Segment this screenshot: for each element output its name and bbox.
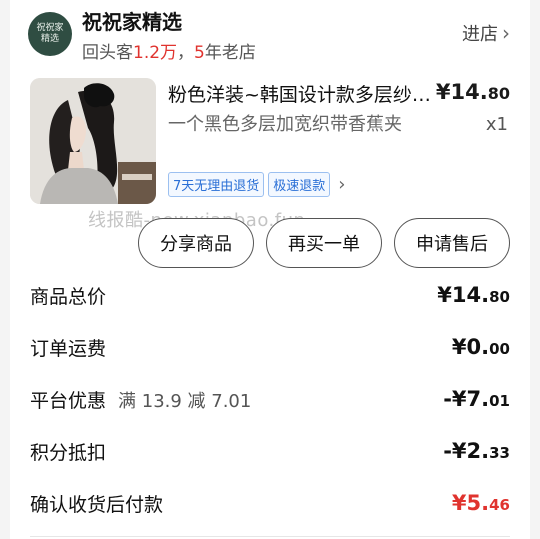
order-card: 祝祝家精选 祝祝家精选 回头客1.2万，5年老店 进店 › 粉色洋装~韩国设计款… bbox=[10, 0, 530, 539]
discount-amount: -¥7.01 bbox=[443, 387, 510, 411]
enter-store-link[interactable]: 进店 › bbox=[462, 20, 510, 46]
enter-store-label: 进店 bbox=[462, 24, 498, 45]
tag-fast-refund: 极速退款 bbox=[268, 172, 331, 197]
discount-int: -¥7. bbox=[443, 387, 490, 411]
row-payment: 确认收货后付款 ¥5.46 bbox=[30, 488, 510, 518]
store-logo-text: 祝祝家精选 bbox=[36, 23, 64, 44]
chevron-right-icon: › bbox=[338, 174, 346, 195]
discount-dec: 01 bbox=[489, 392, 510, 410]
share-product-button[interactable]: 分享商品 bbox=[138, 218, 254, 268]
store-logo[interactable]: 祝祝家精选 bbox=[28, 12, 72, 56]
service-tags[interactable]: 7天无理由退货 极速退款 › bbox=[168, 172, 346, 197]
store-name[interactable]: 祝祝家精选 bbox=[82, 6, 182, 35]
product-quantity: x1 bbox=[485, 114, 508, 135]
row-shipping: 订单运费 ¥0.00 bbox=[30, 332, 510, 362]
total-int: ¥14. bbox=[437, 283, 490, 307]
repeat-customer-count: 1.2万 bbox=[133, 43, 178, 63]
product-price-dec: 80 bbox=[487, 84, 510, 103]
tag-7day-return: 7天无理由退货 bbox=[168, 172, 265, 197]
product-title[interactable]: 粉色洋装~韩国设计款多层纱网发抓夹 bbox=[168, 80, 438, 107]
discount-label: 平台优惠满 13.9 减 7.01 bbox=[30, 386, 251, 413]
payment-amount: ¥5.46 bbox=[452, 491, 510, 515]
row-total: 商品总价 ¥14.80 bbox=[30, 280, 510, 310]
repeat-customer-label: 回头客 bbox=[82, 43, 133, 63]
product-spec: 一个黑色多层加宽织带香蕉夹 bbox=[168, 114, 402, 135]
product-price: ¥14.80 bbox=[436, 80, 510, 104]
shipping-amount: ¥0.00 bbox=[452, 335, 510, 359]
store-meta: 回头客1.2万，5年老店 bbox=[82, 38, 256, 63]
total-label: 商品总价 bbox=[30, 285, 107, 308]
row-points: 积分抵扣 -¥2.33 bbox=[30, 436, 510, 466]
product-price-int: ¥14. bbox=[435, 80, 488, 104]
after-sale-button[interactable]: 申请售后 bbox=[394, 218, 510, 268]
bottom-divider bbox=[30, 536, 510, 537]
payment-int: ¥5. bbox=[451, 491, 490, 515]
discount-label-text: 平台优惠 bbox=[30, 389, 107, 412]
points-label: 积分抵扣 bbox=[30, 441, 107, 464]
store-years-suffix: 年老店 bbox=[204, 43, 256, 63]
total-amount: ¥14.80 bbox=[437, 283, 510, 307]
product-image[interactable] bbox=[30, 78, 156, 204]
payment-label: 确认收货后付款 bbox=[30, 493, 164, 516]
product-photo-icon bbox=[30, 78, 156, 204]
points-int: -¥2. bbox=[443, 439, 490, 463]
store-years: 5 bbox=[194, 43, 205, 63]
row-discount: 平台优惠满 13.9 减 7.01 -¥7.01 bbox=[30, 384, 510, 414]
store-meta-separator: ， bbox=[177, 43, 195, 63]
buy-again-button[interactable]: 再买一单 bbox=[266, 218, 382, 268]
total-dec: 80 bbox=[489, 288, 510, 306]
payment-dec: 46 bbox=[489, 496, 510, 514]
points-dec: 33 bbox=[489, 444, 510, 462]
discount-note: 满 13.9 减 7.01 bbox=[118, 390, 252, 412]
chevron-right-icon: › bbox=[502, 21, 510, 45]
points-amount: -¥2.33 bbox=[443, 439, 510, 463]
shipping-int: ¥0. bbox=[451, 335, 490, 359]
shipping-dec: 00 bbox=[489, 340, 510, 358]
shipping-label: 订单运费 bbox=[30, 337, 107, 360]
